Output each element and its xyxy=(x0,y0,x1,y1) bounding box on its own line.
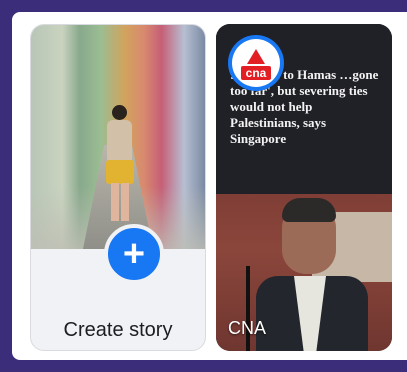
app-frame: + Create story …sponse to Hamas …gone to… xyxy=(0,0,407,372)
cna-story-label: CNA xyxy=(228,318,267,338)
person-body xyxy=(107,120,132,162)
cna-logo: cna xyxy=(232,39,280,87)
stories-tray: + Create story …sponse to Hamas …gone to… xyxy=(12,12,407,360)
create-story-label: Create story xyxy=(63,319,173,341)
create-story-card[interactable]: + Create story xyxy=(30,24,206,351)
cna-avatar[interactable]: cna xyxy=(228,35,284,91)
person-shorts xyxy=(106,160,134,184)
plus-icon: + xyxy=(122,233,146,275)
cna-logo-icon xyxy=(247,48,265,64)
speaker-hair xyxy=(282,198,336,222)
cna-logo-text: cna xyxy=(241,65,271,80)
person-head xyxy=(112,105,127,120)
person-figure xyxy=(100,105,140,225)
profile-photo xyxy=(31,25,205,249)
person-legs xyxy=(111,183,129,221)
create-story-button[interactable]: + xyxy=(104,224,164,284)
cna-story-card[interactable]: …sponse to Hamas …gone too far', but sev… xyxy=(216,24,392,351)
